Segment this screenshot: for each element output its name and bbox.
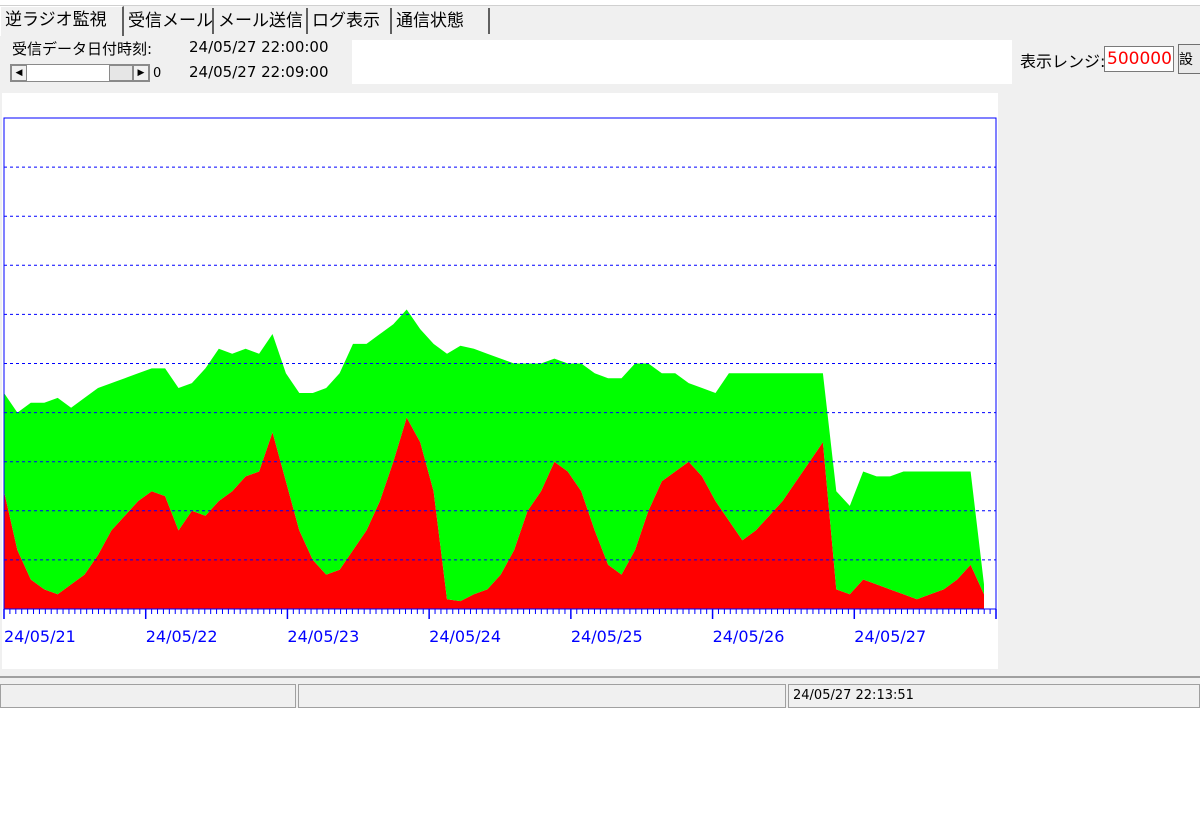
scroll-left-arrow-icon[interactable]: ◀ <box>11 65 27 81</box>
x-tick-label: 24/05/21 <box>4 627 76 646</box>
tab-bar: 逆ラジオ監視 受信メール メール送信 ログ表示 通信状態 <box>0 6 1200 36</box>
status-panel-2 <box>298 684 786 708</box>
status-panel-1 <box>0 684 296 708</box>
received-datetime-value: 24/05/27 22:00:00 <box>189 38 329 56</box>
x-tick-label: 24/05/25 <box>571 627 643 646</box>
received-datetime-label: 受信データ日付時刻: <box>12 40 153 58</box>
x-tick-label: 24/05/26 <box>713 627 785 646</box>
status-timestamp: 24/05/27 22:13:51 <box>788 684 1200 708</box>
x-tick-label: 24/05/22 <box>146 627 218 646</box>
set-range-button[interactable]: 設 <box>1178 44 1200 74</box>
chart-panel: 24/05/21 24/05/22 24/05/23 24/05/24 24/05/25… <box>2 93 998 669</box>
tab-send-mail[interactable]: メール送信 <box>214 8 308 34</box>
traffic-chart: 24/05/21 24/05/22 24/05/23 24/05/24 24/05/25… <box>3 117 997 646</box>
time-scrollbar[interactable]: ◀ ▶ <box>10 64 150 82</box>
status-bar: 24/05/27 22:13:51 <box>0 676 1200 708</box>
tab-received-mail[interactable]: 受信メール <box>124 8 214 34</box>
received-datetime-value-2: 24/05/27 22:09:00 <box>189 63 329 81</box>
scroll-value: 0 <box>153 66 162 81</box>
scroll-thumb[interactable] <box>109 65 133 81</box>
app-window: 逆ラジオ監視 受信メール メール送信 ログ表示 通信状態 受信データ日付時刻: … <box>0 0 1200 708</box>
tab-communication-status[interactable]: 通信状態 <box>392 8 490 34</box>
message-area <box>352 40 1012 84</box>
x-tick-label: 24/05/24 <box>429 627 501 646</box>
tab-log-view[interactable]: ログ表示 <box>308 8 392 34</box>
display-range-input[interactable] <box>1104 46 1174 72</box>
scroll-right-arrow-icon[interactable]: ▶ <box>133 65 149 81</box>
x-tick-label: 24/05/23 <box>287 627 359 646</box>
x-tick-label: 24/05/27 <box>854 627 926 646</box>
display-range-label: 表示レンジ: <box>1020 52 1106 71</box>
tab-reverse-radio-monitor[interactable]: 逆ラジオ監視 <box>0 6 124 36</box>
